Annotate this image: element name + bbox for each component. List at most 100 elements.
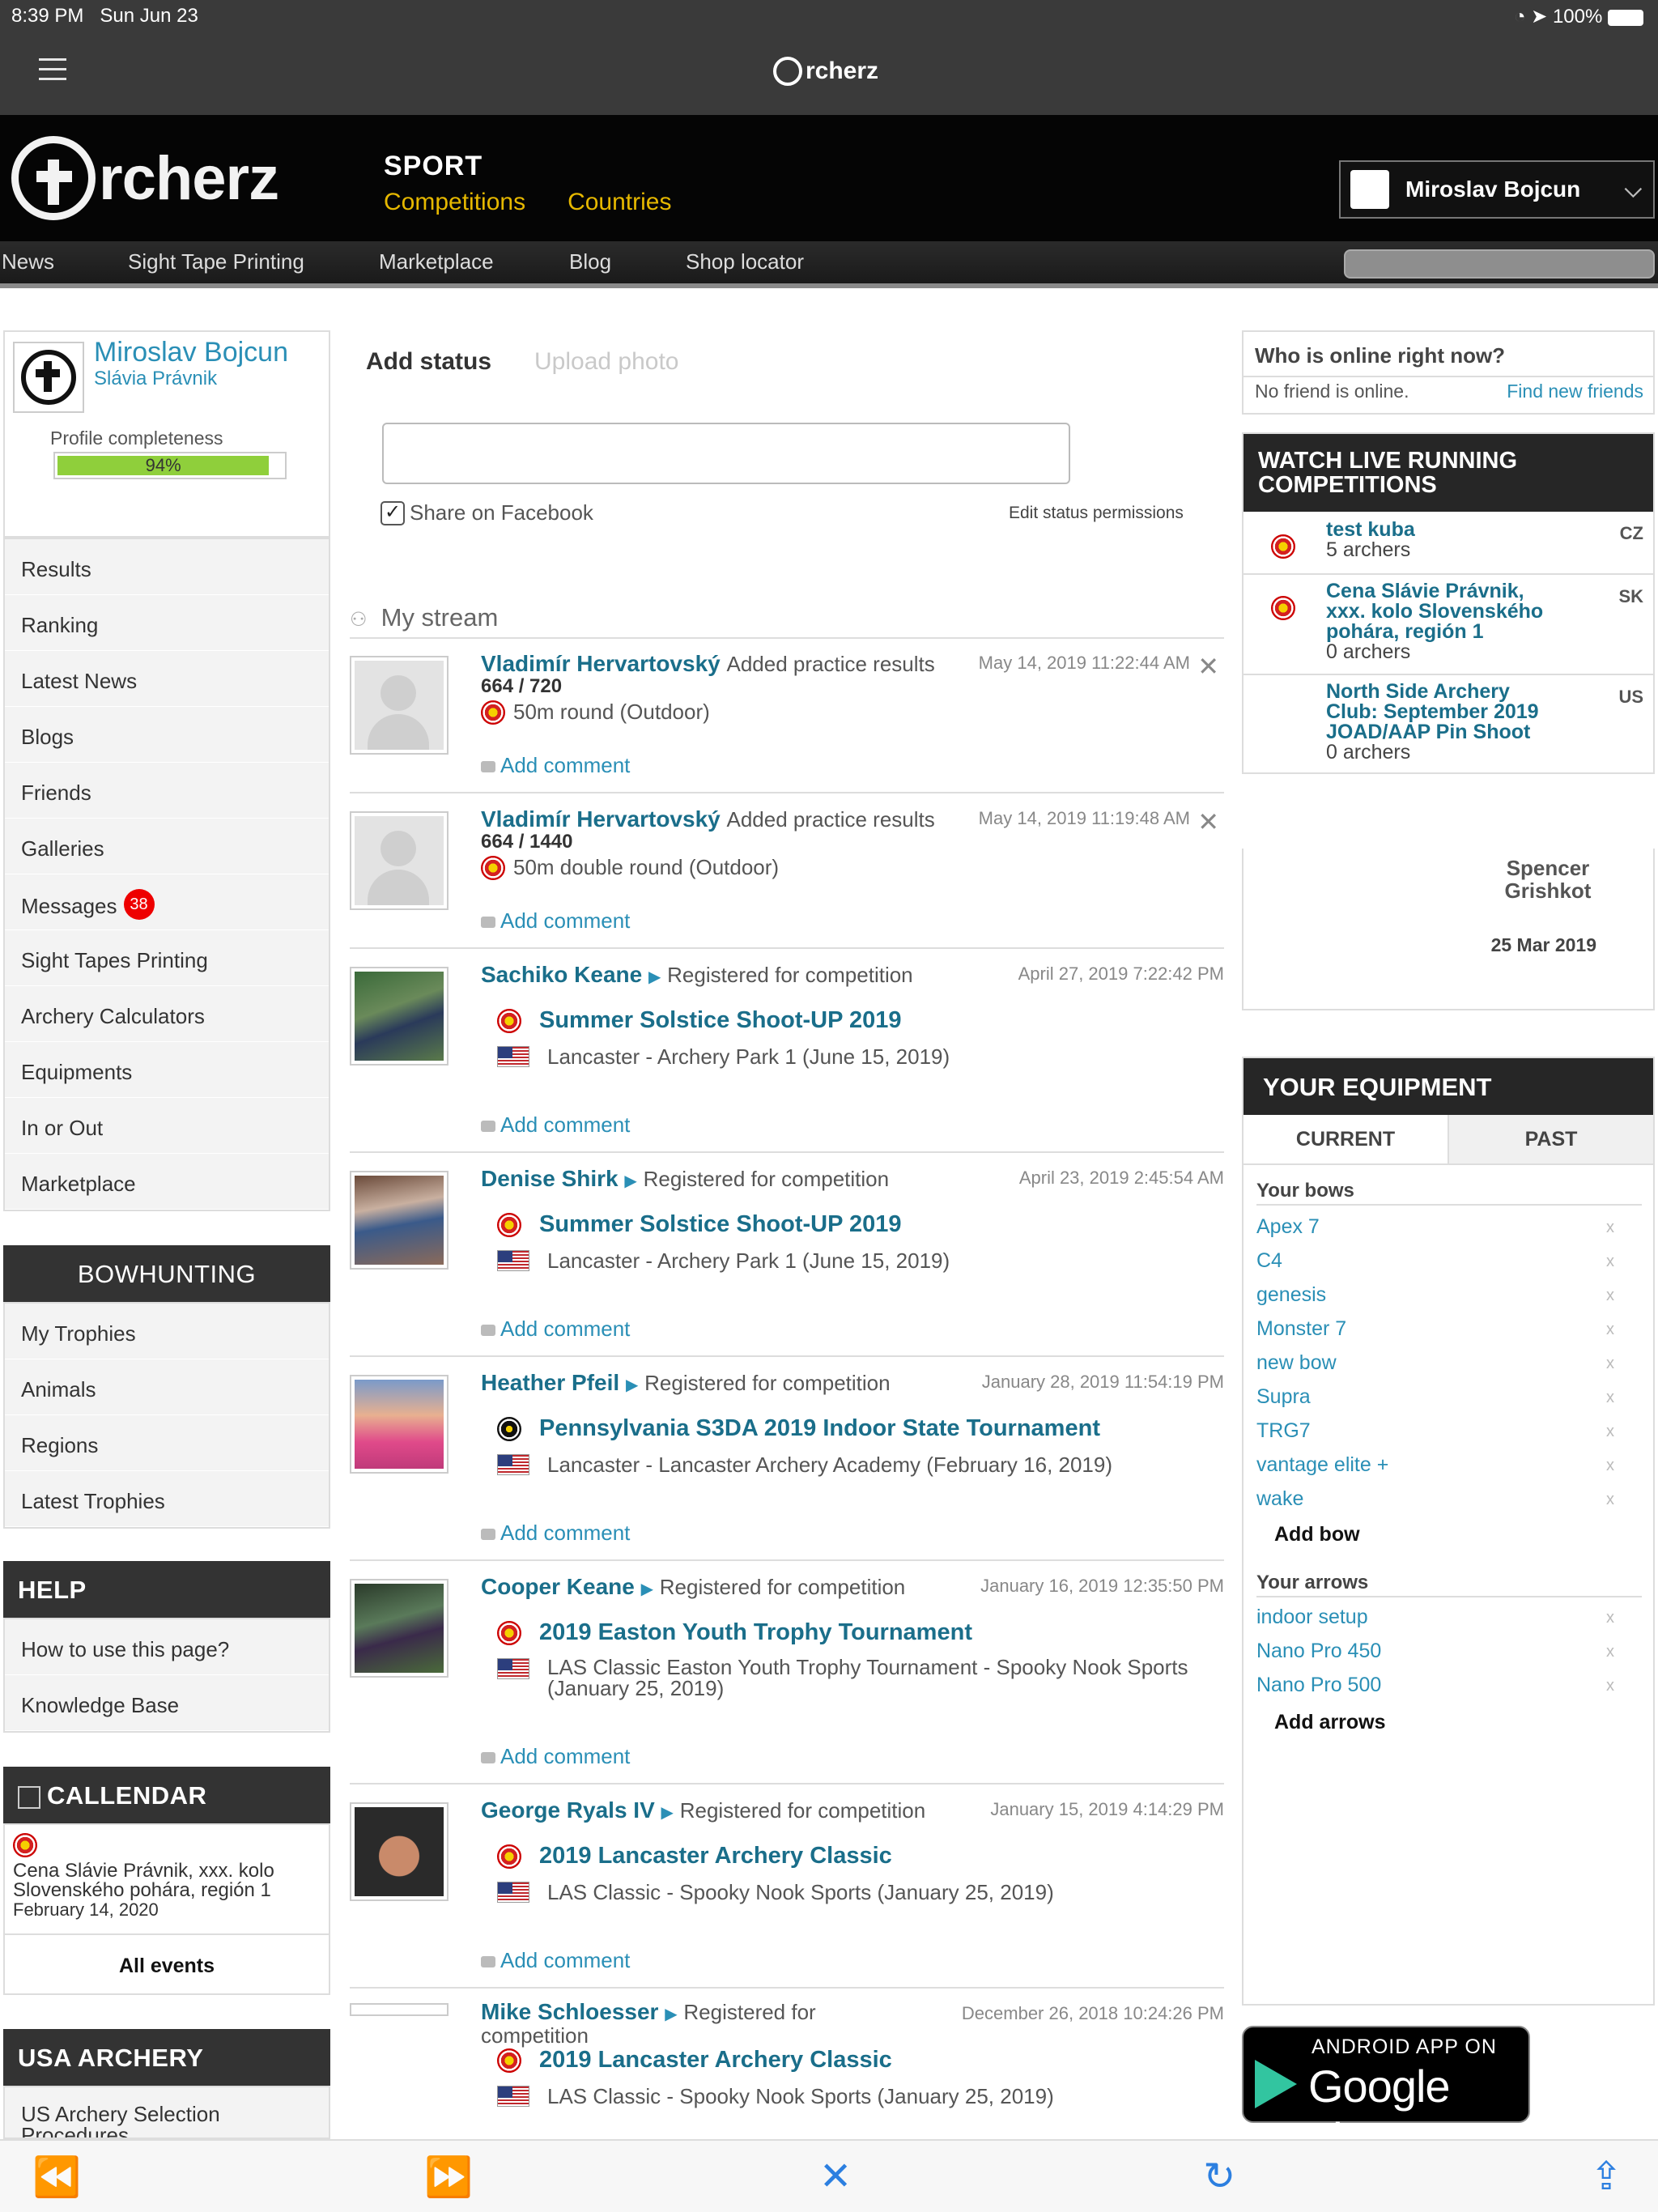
user-menu[interactable]: Miroslav Bojcun ⌵ — [1339, 160, 1655, 219]
avatar[interactable] — [350, 967, 449, 1066]
arrow-item[interactable]: indoor setup x — [1256, 1606, 1621, 1629]
menu-knowledge-base[interactable]: Knowledge Base — [5, 1675, 329, 1731]
menu-friends[interactable]: Friends — [5, 763, 329, 819]
google-play-badge[interactable]: ANDROID APP ON Google play — [1242, 2026, 1530, 2164]
avatar[interactable] — [13, 342, 84, 413]
tab-upload-photo[interactable]: Upload photo — [534, 348, 678, 376]
find-friends-link[interactable]: Find new friends — [1507, 381, 1643, 402]
bow-item[interactable]: Monster 7x — [1256, 1317, 1621, 1341]
menu-my-trophies[interactable]: My Trophies — [5, 1304, 329, 1359]
edit-status-permissions-link[interactable]: Edit status permissions — [1009, 504, 1184, 523]
nav-shop-locator[interactable]: Shop locator — [686, 249, 804, 274]
stream-user-name[interactable]: George Ryals IV — [481, 1797, 655, 1823]
add-bow-button[interactable]: Add bow — [1274, 1523, 1360, 1546]
stream-user-name[interactable]: Mike Schloesser — [481, 1999, 658, 2024]
fast-forward-icon[interactable]: ⏩ — [424, 2154, 473, 2200]
menu-results[interactable]: Results — [5, 539, 329, 595]
competition-link[interactable]: Summer Solstice Shoot-UP 2019 — [539, 1211, 902, 1238]
add-comment-link[interactable]: Add comment — [481, 753, 630, 778]
tab-add-status[interactable]: Add status — [366, 348, 491, 375]
competition-link[interactable]: 2019 Lancaster Archery Classic — [539, 1843, 892, 1870]
calendar-event[interactable]: Cena Slávie Právnik, xxx. kolo Slovenské… — [13, 1833, 321, 1920]
bow-item[interactable]: genesis x — [1256, 1283, 1621, 1307]
menu-sight-tapes-printing[interactable]: Sight Tapes Printing — [5, 930, 329, 986]
competition-link[interactable]: 2019 Easton Youth Trophy Tournament — [539, 1619, 972, 1646]
status-input[interactable] — [382, 423, 1070, 484]
share-facebook-toggle[interactable]: ✓ Share on Facebook — [380, 500, 593, 525]
menu-how-to-use[interactable]: How to use this page? — [5, 1619, 329, 1675]
bow-item[interactable]: Supra x — [1256, 1385, 1621, 1409]
competition-link[interactable]: Summer Solstice Shoot-UP 2019 — [539, 1007, 902, 1034]
nav-marketplace[interactable]: Marketplace — [379, 249, 494, 274]
close-icon[interactable]: ✕ — [1197, 651, 1219, 682]
reload-icon[interactable]: ↻ — [1203, 2154, 1235, 2199]
menu-blogs[interactable]: Blogs — [5, 707, 329, 763]
tab-current[interactable]: CURRENT — [1244, 1115, 1448, 1163]
close-icon[interactable]: ✕ — [1197, 806, 1219, 837]
checkbox-checked-icon[interactable]: ✓ — [380, 500, 405, 525]
avatar[interactable] — [350, 2003, 449, 2016]
spencer-name[interactable]: Spencer Grishkot — [1499, 857, 1596, 902]
stream-user-name[interactable]: Heather Pfeil — [481, 1370, 619, 1395]
arrow-item[interactable]: Nano Pro 500 x — [1256, 1674, 1621, 1697]
add-comment-link[interactable]: Add comment — [481, 1521, 630, 1546]
remove-icon[interactable]: x — [1606, 1609, 1614, 1627]
bow-item[interactable]: C4 x — [1256, 1249, 1621, 1273]
nav-sight-tape-printing[interactable]: Sight Tape Printing — [128, 249, 304, 274]
menu-latest-news[interactable]: Latest News — [5, 651, 329, 707]
site-logo[interactable]: rcherz — [11, 136, 279, 220]
remove-icon[interactable]: x — [1606, 1457, 1614, 1475]
live-competition-item[interactable]: North Side Archery Club: September 2019 … — [1244, 675, 1653, 772]
bow-item[interactable]: new bow x — [1256, 1351, 1621, 1375]
menu-messages[interactable]: Messages 38 — [5, 874, 329, 930]
remove-icon[interactable]: x — [1606, 1321, 1614, 1339]
arrow-item[interactable]: Nano Pro 450 x — [1256, 1640, 1621, 1663]
competition-link[interactable]: Pennsylvania S3DA 2019 Indoor State Tour… — [539, 1415, 1100, 1442]
add-comment-link[interactable]: Add comment — [481, 908, 630, 934]
bow-item[interactable]: Apex 7x — [1256, 1215, 1621, 1239]
avatar[interactable] — [350, 1802, 449, 1901]
remove-icon[interactable]: x — [1606, 1287, 1614, 1305]
stream-user-name[interactable]: Vladimír Hervartovský — [481, 806, 721, 832]
share-icon[interactable]: ⇪ — [1590, 2154, 1622, 2199]
remove-icon[interactable]: x — [1606, 1253, 1614, 1271]
avatar[interactable] — [350, 1171, 449, 1270]
menu-marketplace[interactable]: Marketplace — [5, 1154, 329, 1210]
remove-icon[interactable]: x — [1606, 1355, 1614, 1373]
stream-user-name[interactable]: Sachiko Keane — [481, 962, 642, 987]
nav-blog[interactable]: Blog — [569, 249, 611, 274]
add-comment-link[interactable]: Add comment — [481, 1317, 630, 1342]
stream-user-name[interactable]: Cooper Keane — [481, 1574, 635, 1599]
avatar[interactable] — [350, 1579, 449, 1678]
menu-equipments[interactable]: Equipments — [5, 1042, 329, 1098]
competition-link[interactable]: 2019 Lancaster Archery Classic — [539, 2047, 892, 2074]
menu-animals[interactable]: Animals — [5, 1359, 329, 1415]
stream-user-name[interactable]: Denise Shirk — [481, 1166, 619, 1191]
menu-us-archery-selection[interactable]: US Archery Selection Procedures — [5, 2087, 329, 2138]
add-comment-link[interactable]: Add comment — [481, 1112, 630, 1138]
hamburger-menu-icon[interactable] — [39, 58, 66, 81]
profile-name[interactable]: Miroslav Bojcun — [94, 337, 288, 368]
bow-item[interactable]: wake x — [1256, 1487, 1621, 1511]
menu-archery-calculators[interactable]: Archery Calculators — [5, 986, 329, 1042]
avatar[interactable] — [350, 1375, 449, 1474]
bow-item[interactable]: vantage elite + x — [1256, 1453, 1621, 1477]
add-arrows-button[interactable]: Add arrows — [1274, 1711, 1386, 1734]
close-icon[interactable]: ✕ — [819, 2154, 852, 2199]
nav-competitions[interactable]: Competitions — [384, 189, 525, 216]
app-logo[interactable]: rcherz — [773, 57, 878, 86]
menu-latest-trophies[interactable]: Latest Trophies — [5, 1471, 329, 1527]
menu-in-or-out[interactable]: In or Out — [5, 1098, 329, 1154]
rewind-icon[interactable]: ⏪ — [32, 2154, 81, 2200]
nav-countries[interactable]: Countries — [568, 189, 671, 216]
tab-past[interactable]: PAST — [1448, 1115, 1653, 1163]
bow-item[interactable]: TRG7 x — [1256, 1419, 1621, 1443]
menu-regions[interactable]: Regions — [5, 1415, 329, 1471]
live-competition-item[interactable]: Cena Slávie Právnik, xxx. kolo Slovenské… — [1244, 575, 1653, 675]
profile-club[interactable]: Slávia Právnik — [94, 368, 217, 390]
stream-user-name[interactable]: Vladimír Hervartovský — [481, 651, 721, 676]
remove-icon[interactable]: x — [1606, 1389, 1614, 1407]
nav-news[interactable]: News — [2, 249, 54, 274]
avatar[interactable] — [350, 811, 449, 910]
avatar[interactable] — [350, 656, 449, 755]
